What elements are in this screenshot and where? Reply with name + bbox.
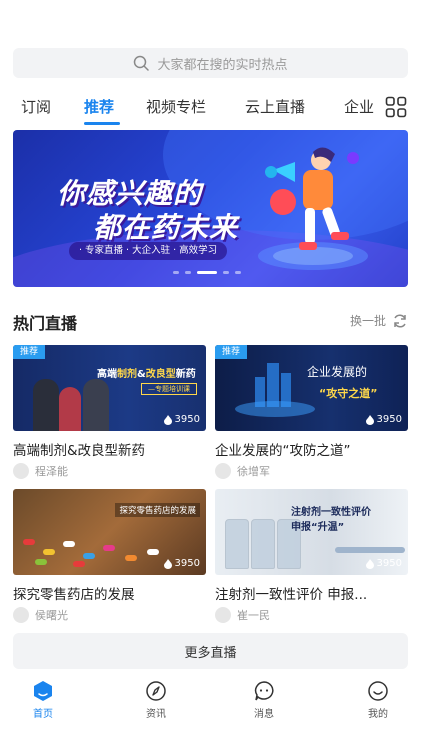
pill-shape [23, 539, 35, 545]
flame-icon [365, 558, 374, 569]
carousel-dot[interactable] [235, 271, 241, 274]
refresh-label: 换一批 [349, 314, 386, 328]
flame-icon [163, 558, 172, 569]
pill-shape [83, 553, 95, 559]
pill-shape [73, 561, 85, 567]
tab-recommend[interactable]: 推荐 [84, 96, 114, 117]
speaker-figure [33, 379, 59, 431]
pill-shape [43, 549, 55, 555]
author-name: 崔一民 [237, 609, 270, 622]
pill-shape [63, 541, 75, 547]
live-card[interactable]: 高端制剂&改良型新药 —专题培训课 推荐 3950 高端制剂&改良型新药 程泽能 [13, 345, 206, 479]
tab-video-column[interactable]: 视频专栏 [146, 96, 206, 117]
glow-platform [235, 401, 315, 417]
carousel-dot[interactable] [223, 271, 229, 274]
flame-icon [163, 414, 172, 425]
flame-icon [365, 414, 374, 425]
live-thumbnail: 企业发展的 “攻守之道” 推荐 3950 [215, 345, 408, 431]
banner-tag-bar: · 专家直播 · 大企入驻 · 高效学习 [69, 242, 228, 260]
pill-shape [147, 549, 159, 555]
thumb-title: 探究零售药店的发展 [115, 503, 200, 517]
view-count: 3950 [365, 558, 402, 569]
bottom-nav: 首页 资讯 消息 我的 [0, 676, 421, 750]
refresh-button[interactable]: 换一批 [350, 312, 408, 329]
nav-label: 消息 [254, 709, 274, 720]
live-title[interactable]: 企业发展的“攻防之道” [215, 439, 408, 459]
vial-shape [251, 519, 275, 569]
live-card[interactable]: 企业发展的 “攻守之道” 推荐 3950 企业发展的“攻防之道” 徐增军 [215, 345, 408, 479]
refresh-icon [394, 313, 406, 328]
tab-enterprise[interactable]: 企业 [344, 96, 374, 117]
smile-icon [368, 681, 388, 701]
carousel-dot[interactable] [185, 271, 191, 274]
category-tabs: 订阅 推荐 视频专栏 云上直播 企业 [0, 92, 421, 126]
banner-speaker-illustration [258, 147, 368, 270]
nav-label: 我的 [368, 709, 388, 720]
chat-icon [254, 681, 274, 701]
live-thumbnail: 注射剂一致性评价 申报“升温” 3950 [215, 489, 408, 575]
live-title[interactable]: 注射剂一致性评价 申报... [215, 583, 408, 603]
recommend-badge: 推荐 [215, 345, 248, 359]
thumb-title: 高端制剂&改良型新药 [97, 369, 196, 380]
avatar [215, 463, 231, 479]
live-title[interactable]: 高端制剂&改良型新药 [13, 439, 206, 459]
carousel-dots [173, 271, 241, 274]
nav-news[interactable]: 资讯 [126, 680, 186, 720]
more-live-button[interactable]: 更多直播 [13, 633, 408, 669]
view-count: 3950 [163, 414, 200, 425]
live-card[interactable]: 注射剂一致性评价 申报“升温” 3950 注射剂一致性评价 申报... 崔一民 [215, 489, 408, 623]
live-card[interactable]: 探究零售药店的发展 3950 探究零售药店的发展 侯曙光 [13, 489, 206, 623]
pill-shape [35, 559, 47, 565]
author-name: 程泽能 [35, 465, 68, 478]
recommend-badge: 推荐 [13, 345, 46, 359]
section-title: 热门直播 [13, 314, 78, 333]
home-icon [34, 681, 52, 701]
nav-profile[interactable]: 我的 [348, 680, 408, 720]
view-count: 3950 [365, 414, 402, 425]
compass-icon [146, 681, 166, 701]
live-author: 程泽能 [13, 463, 206, 479]
tab-cloud-live[interactable]: 云上直播 [245, 96, 305, 117]
author-name: 侯曙光 [35, 609, 68, 622]
nav-home[interactable]: 首页 [13, 680, 73, 720]
pill-shape [103, 545, 115, 551]
search-bar[interactable]: 大家都在搜的实时热点 [13, 48, 408, 78]
live-author: 侯曙光 [13, 607, 206, 623]
carousel-dot-active[interactable] [197, 271, 217, 274]
avatar [215, 607, 231, 623]
avatar [13, 463, 29, 479]
thumb-title: 注射剂一致性评价 申报“升温” [291, 507, 371, 533]
vial-shape [225, 519, 249, 569]
active-tab-indicator [84, 122, 120, 125]
search-icon [134, 55, 150, 71]
author-name: 徐增军 [237, 465, 270, 478]
live-author: 崔一民 [215, 607, 408, 623]
nav-label: 首页 [33, 709, 53, 720]
speaker-figure [59, 387, 81, 431]
promo-banner[interactable]: 你感兴趣的 都在药未来 · 专家直播 · 大企入驻 · 高效学习 [13, 130, 408, 287]
thumb-subtitle: “攻守之道” [319, 387, 378, 400]
nav-label: 资讯 [146, 709, 166, 720]
nav-messages[interactable]: 消息 [234, 680, 294, 720]
carousel-dot[interactable] [173, 271, 179, 274]
category-grid-icon[interactable] [385, 96, 407, 118]
syringe-shape [335, 547, 405, 553]
live-thumbnail: 探究零售药店的发展 3950 [13, 489, 206, 575]
avatar [13, 607, 29, 623]
live-thumbnail: 高端制剂&改良型新药 —专题培训课 推荐 3950 [13, 345, 206, 431]
thumb-subtitle: —专题培训课 [141, 383, 197, 395]
banner-headline-2: 都在药未来 [93, 211, 239, 244]
speaker-figure [83, 379, 109, 431]
live-title[interactable]: 探究零售药店的发展 [13, 583, 206, 603]
thumb-title: 企业发展的 [307, 365, 368, 379]
view-count: 3950 [163, 558, 200, 569]
search-placeholder: 大家都在搜的实时热点 [157, 57, 288, 73]
live-author: 徐增军 [215, 463, 408, 479]
tab-subscribe[interactable]: 订阅 [21, 96, 51, 117]
pill-shape [125, 555, 137, 561]
